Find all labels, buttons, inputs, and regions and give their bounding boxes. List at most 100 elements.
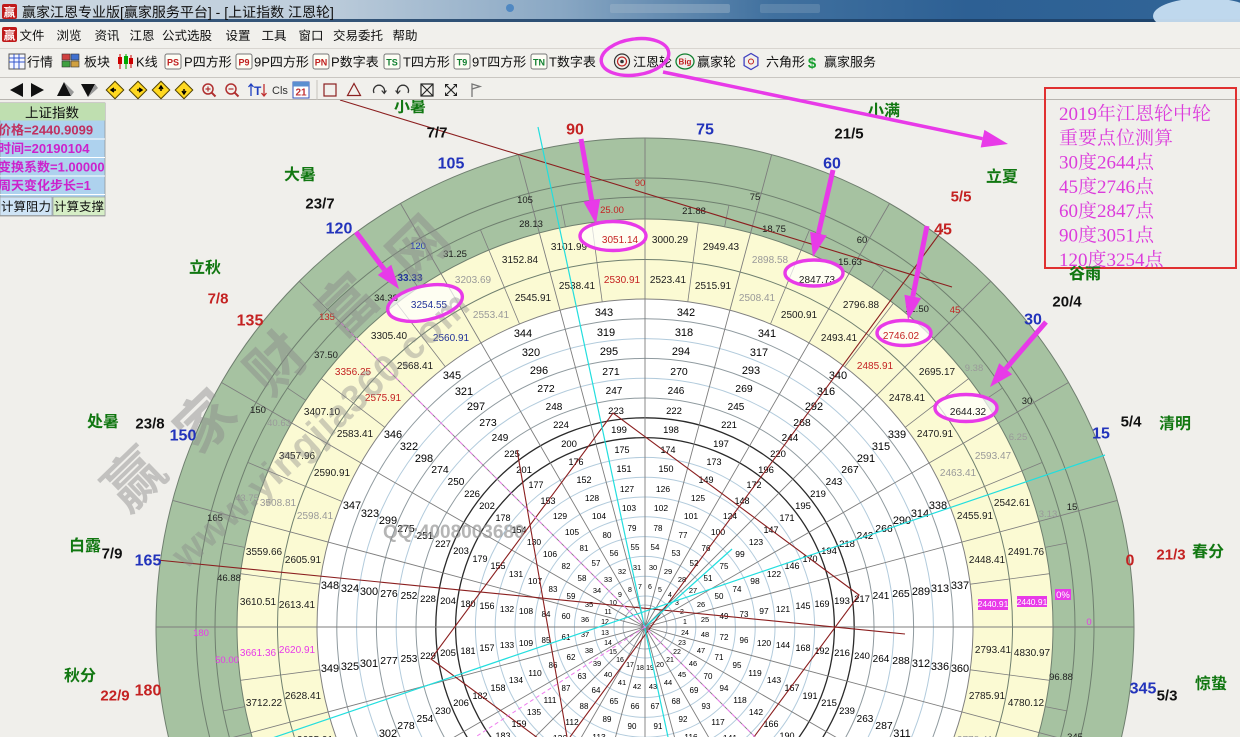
svg-text:3559.66: 3559.66 [246, 547, 283, 558]
svg-text:103: 103 [622, 503, 636, 513]
svg-text:183: 183 [495, 731, 510, 737]
svg-text:3254: 3254 [1107, 250, 1146, 271]
svg-text:264: 264 [873, 654, 890, 665]
svg-text:111: 111 [544, 695, 557, 705]
svg-text:128: 128 [585, 493, 599, 503]
svg-text:203: 203 [453, 546, 469, 557]
svg-text:337: 337 [951, 580, 969, 592]
svg-text:30: 30 [1059, 153, 1078, 174]
svg-text:5/4: 5/4 [1121, 414, 1143, 431]
svg-text:89: 89 [603, 715, 612, 724]
svg-text:273: 273 [479, 417, 497, 429]
svg-text:347: 347 [343, 500, 361, 512]
svg-text:243: 243 [826, 477, 843, 488]
svg-text:171: 171 [779, 513, 794, 523]
svg-text:145: 145 [795, 601, 810, 611]
svg-text:62: 62 [567, 653, 576, 662]
svg-text:93: 93 [702, 702, 711, 711]
svg-text:T9: T9 [457, 58, 468, 68]
svg-text:315: 315 [872, 441, 890, 453]
svg-text:3.13: 3.13 [1039, 509, 1058, 520]
svg-text:18: 18 [636, 665, 644, 672]
svg-text:296: 296 [530, 365, 548, 377]
svg-text:313: 313 [931, 583, 949, 595]
svg-text:2620.91: 2620.91 [279, 645, 316, 656]
svg-text:43: 43 [649, 682, 657, 691]
svg-text:P: P [331, 55, 340, 70]
svg-text:157: 157 [479, 643, 494, 653]
svg-text:34: 34 [593, 586, 601, 595]
svg-text:7: 7 [638, 584, 642, 591]
svg-text:$: $ [808, 55, 817, 72]
svg-text:270: 270 [670, 366, 688, 378]
svg-text:50.00: 50.00 [215, 655, 239, 666]
svg-text:8: 8 [628, 587, 632, 594]
svg-text:206: 206 [453, 698, 469, 709]
svg-text:20: 20 [656, 662, 664, 669]
svg-text:23/8: 23/8 [135, 416, 164, 433]
svg-text:87: 87 [562, 684, 571, 693]
svg-text:222: 222 [666, 406, 682, 417]
svg-text:45: 45 [678, 670, 686, 679]
svg-text:343: 343 [595, 307, 613, 319]
svg-text:71: 71 [715, 653, 724, 662]
svg-text:105: 105 [438, 156, 465, 173]
svg-text:Big: Big [679, 58, 692, 67]
svg-text:21/5: 21/5 [834, 126, 863, 143]
svg-text:60: 60 [1059, 201, 1078, 222]
svg-text:3610.51: 3610.51 [240, 597, 277, 608]
svg-text:90: 90 [628, 722, 637, 731]
svg-text:35: 35 [585, 600, 593, 609]
svg-text:325: 325 [341, 661, 359, 673]
svg-text:294: 294 [672, 346, 690, 358]
svg-text:252: 252 [401, 591, 418, 602]
svg-text:136: 136 [553, 733, 567, 737]
svg-text:180: 180 [193, 628, 209, 639]
svg-text:109: 109 [519, 638, 533, 648]
svg-text:172: 172 [746, 480, 761, 490]
svg-text:121: 121 [776, 604, 790, 614]
svg-text:263: 263 [857, 714, 874, 725]
svg-text:341: 341 [758, 328, 776, 340]
svg-text:=1: =1 [76, 178, 91, 193]
svg-text:110: 110 [528, 668, 542, 678]
svg-text:101: 101 [684, 511, 698, 521]
svg-text:7/7: 7/7 [427, 125, 448, 142]
svg-text:46.88: 46.88 [217, 573, 241, 584]
svg-text:150: 150 [658, 464, 673, 474]
svg-text:131: 131 [509, 569, 523, 579]
svg-text:123: 123 [749, 537, 763, 547]
svg-text:155: 155 [490, 561, 505, 571]
svg-text:9.38: 9.38 [965, 363, 984, 374]
svg-text:2796.88: 2796.88 [843, 300, 880, 311]
svg-text:94: 94 [720, 684, 729, 693]
svg-text:180: 180 [460, 599, 475, 609]
svg-text:194: 194 [821, 546, 837, 557]
svg-text:132: 132 [500, 604, 514, 614]
svg-text:318: 318 [675, 327, 693, 339]
svg-text:9P: 9P [254, 55, 270, 70]
svg-text:83: 83 [549, 585, 558, 594]
svg-text:2644: 2644 [1097, 153, 1136, 174]
svg-text:248: 248 [546, 402, 563, 413]
svg-text:50: 50 [715, 592, 724, 601]
svg-text:135: 135 [237, 313, 264, 330]
svg-text:151: 151 [616, 464, 631, 474]
svg-text:97: 97 [759, 606, 769, 616]
svg-text:=2440.9099: =2440.9099 [24, 123, 93, 138]
svg-text:14: 14 [604, 640, 612, 647]
svg-text:265: 265 [892, 588, 910, 600]
svg-text:149: 149 [698, 475, 713, 485]
svg-text:66: 66 [631, 702, 640, 711]
svg-text:7/8: 7/8 [208, 291, 229, 308]
svg-text:TN: TN [533, 58, 545, 68]
svg-text:2493.41: 2493.41 [821, 333, 858, 344]
svg-text:0: 0 [1126, 553, 1135, 570]
svg-text:300: 300 [360, 586, 378, 598]
svg-text:0: 0 [1086, 617, 1091, 628]
svg-text:319: 319 [597, 327, 615, 339]
svg-text:176: 176 [568, 457, 583, 467]
svg-text:150: 150 [250, 405, 266, 416]
svg-text:99: 99 [735, 549, 745, 559]
svg-text:266: 266 [875, 523, 893, 535]
